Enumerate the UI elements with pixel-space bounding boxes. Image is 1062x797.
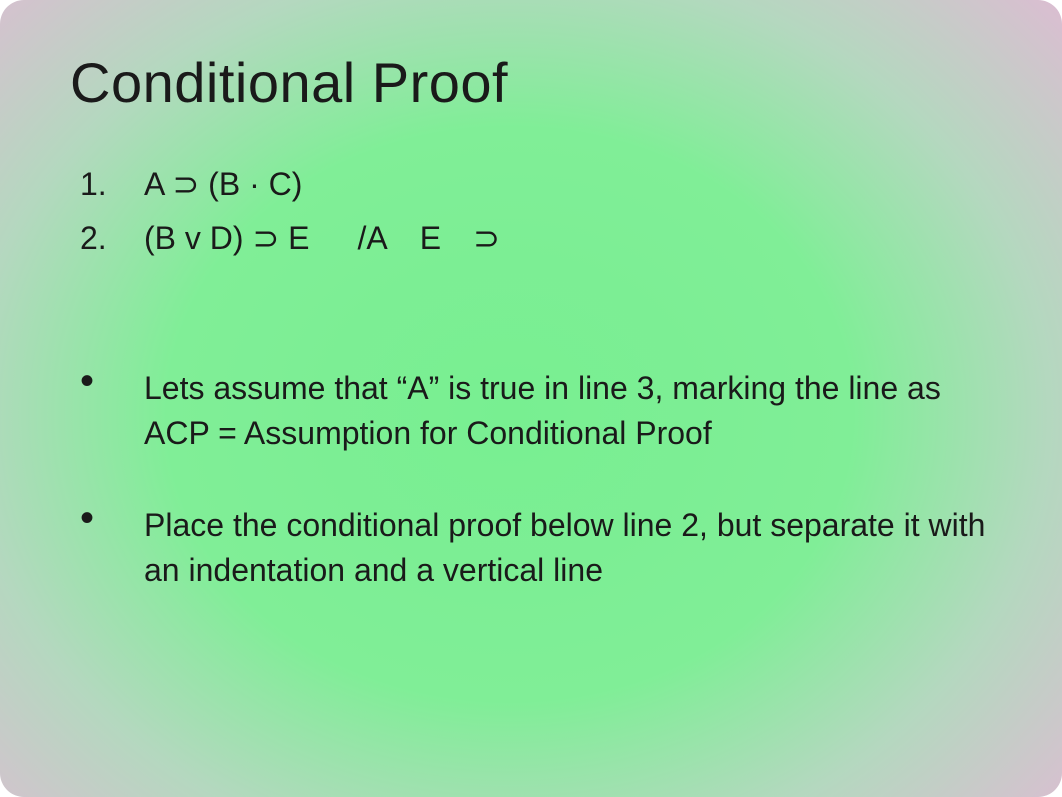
bullet-icon: • (80, 503, 144, 593)
premise-item: 1. A ⊃ (B · C) (80, 157, 992, 211)
bullet-icon: • (80, 366, 144, 456)
premise-expression: A ⊃ (B · C) (144, 157, 992, 211)
slide-title: Conditional Proof (70, 50, 992, 115)
premise-expression: (B v D) ⊃ E /A E ⊃ (144, 211, 992, 265)
premise-item: 2. (B v D) ⊃ E /A E ⊃ (80, 211, 992, 265)
slide: Conditional Proof 1. A ⊃ (B · C) 2. (B v… (0, 0, 1062, 797)
bullet-text: Place the conditional proof below line 2… (144, 503, 992, 593)
premise-list: 1. A ⊃ (B · C) 2. (B v D) ⊃ E /A E ⊃ (80, 157, 992, 266)
bullet-item: • Lets assume that “A” is true in line 3… (80, 366, 992, 456)
premise-number: 2. (80, 211, 144, 265)
bullet-item: • Place the conditional proof below line… (80, 503, 992, 593)
bullet-text: Lets assume that “A” is true in line 3, … (144, 366, 992, 456)
bullet-list: • Lets assume that “A” is true in line 3… (80, 366, 992, 593)
premise-number: 1. (80, 157, 144, 211)
